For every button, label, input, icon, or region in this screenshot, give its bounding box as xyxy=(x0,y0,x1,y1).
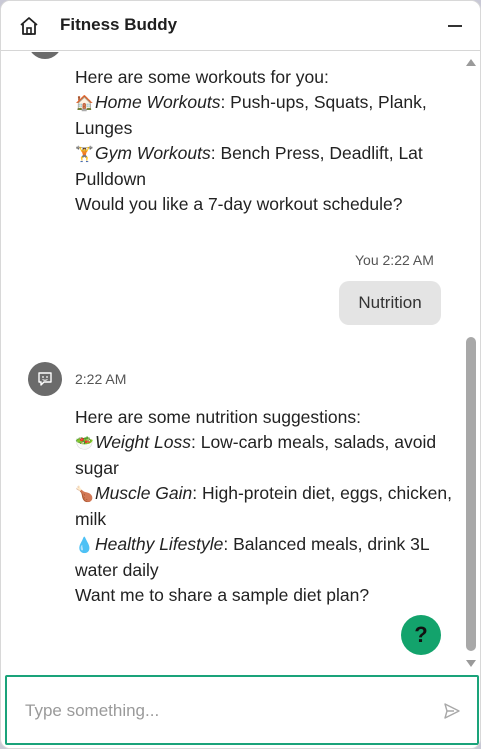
weightlifter-emoji: 🏋 xyxy=(75,146,94,163)
scroll-thumb[interactable] xyxy=(466,337,476,651)
message-line: Would you like a 7-day workout schedule? xyxy=(75,194,403,214)
poultry-leg-emoji: 🍗 xyxy=(75,486,94,503)
chat-title: Fitness Buddy xyxy=(60,15,178,34)
bot-timestamp: 2:22 AM xyxy=(75,371,127,387)
user-timestamp: You 2:22 AM xyxy=(355,252,434,268)
message-input[interactable] xyxy=(25,697,415,725)
scrollbar[interactable] xyxy=(463,52,480,671)
house-emoji: 🏠 xyxy=(75,95,94,112)
line-label: Muscle Gain xyxy=(95,483,193,503)
send-icon[interactable] xyxy=(442,701,462,721)
line-label: Home Workouts xyxy=(95,92,221,112)
user-message-bubble: Nutrition xyxy=(339,281,441,325)
droplet-emoji: 💧 xyxy=(75,537,94,554)
help-button[interactable]: ? xyxy=(401,615,441,655)
scroll-down-arrow-icon[interactable] xyxy=(466,660,476,667)
message-line: 🏋Gym Workouts: Bench Press, Deadlift, La… xyxy=(75,141,455,192)
chat-header: Fitness Buddy xyxy=(1,1,480,51)
message-list: Here are some workouts for you: 🏠Home Wo… xyxy=(1,52,463,671)
message-line: Here are some workouts for you: xyxy=(75,67,329,87)
message-line: 🥗Weight Loss: Low-carb meals, salads, av… xyxy=(75,430,455,481)
chat-bot-icon xyxy=(38,372,52,386)
bot-avatar xyxy=(28,52,62,59)
message-line: Here are some nutrition suggestions: xyxy=(75,407,361,427)
message-line: 🏠Home Workouts: Push-ups, Squats, Plank,… xyxy=(75,90,455,141)
message-composer xyxy=(5,675,479,745)
minimize-icon[interactable] xyxy=(446,16,464,36)
bot-message-workouts: Here are some workouts for you: 🏠Home Wo… xyxy=(75,65,455,217)
salad-emoji: 🥗 xyxy=(75,435,94,452)
message-line: Want me to share a sample diet plan? xyxy=(75,585,370,605)
chat-widget: Fitness Buddy Here are some workouts for… xyxy=(0,0,481,749)
home-icon[interactable] xyxy=(18,15,40,37)
line-label: Gym Workouts xyxy=(95,143,211,163)
scroll-up-arrow-icon[interactable] xyxy=(466,59,476,66)
line-label: Weight Loss xyxy=(95,432,191,452)
bot-avatar xyxy=(28,362,62,396)
bot-message-nutrition: Here are some nutrition suggestions: 🥗We… xyxy=(75,405,455,608)
line-label: Healthy Lifestyle xyxy=(95,534,224,554)
message-line: 🍗Muscle Gain: High-protein diet, eggs, c… xyxy=(75,481,455,532)
message-line: 💧Healthy Lifestyle: Balanced meals, drin… xyxy=(75,532,455,583)
